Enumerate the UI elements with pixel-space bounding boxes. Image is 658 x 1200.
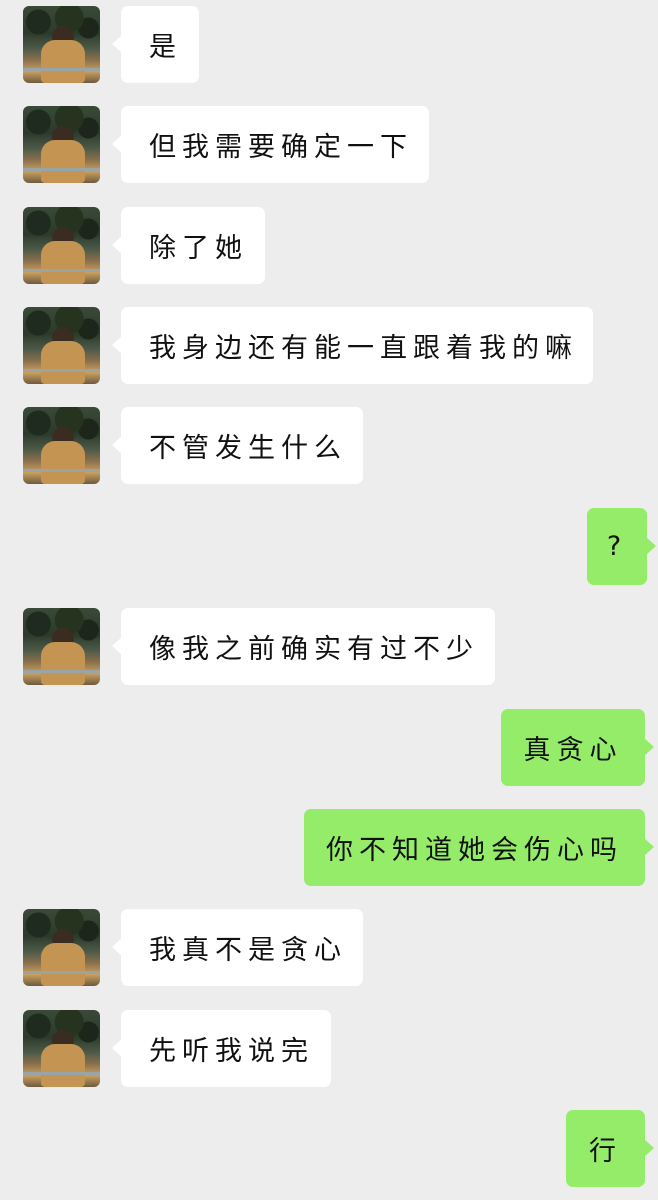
message-row: 像我之前确实有过不少	[0, 608, 658, 686]
avatar[interactable]	[23, 207, 100, 284]
message-bubble-incoming[interactable]: 先听我说完	[112, 1010, 331, 1087]
message-bubble-incoming[interactable]: 不管发生什么	[112, 407, 363, 484]
message-row: 我身边还有能一直跟着我的嘛	[0, 307, 658, 385]
message-bubble-incoming[interactable]: 是	[112, 6, 199, 83]
avatar[interactable]	[23, 6, 100, 83]
avatar[interactable]	[23, 608, 100, 685]
avatar[interactable]	[23, 909, 100, 986]
avatar[interactable]	[23, 1010, 100, 1087]
avatar[interactable]	[23, 307, 100, 384]
message-bubble-outgoing[interactable]: 行	[566, 1110, 654, 1187]
chat-thread[interactable]: 是 但我需要确定一下 除了她 我身边还有能一直跟着我的嘛 不管发生什么 ? 像我…	[0, 0, 658, 1200]
message-row: 不管发生什么	[0, 407, 658, 485]
message-row: 真贪心	[0, 709, 658, 787]
message-row: 是	[0, 6, 658, 84]
avatar[interactable]	[23, 106, 100, 183]
message-row: ?	[0, 508, 658, 586]
message-row: 除了她	[0, 207, 658, 285]
message-row: 你不知道她会伤心吗	[0, 809, 658, 887]
message-row: 先听我说完	[0, 1010, 658, 1088]
message-bubble-outgoing[interactable]: 你不知道她会伤心吗	[304, 809, 654, 886]
message-bubble-incoming[interactable]: 像我之前确实有过不少	[112, 608, 495, 685]
message-row: 行	[0, 1110, 658, 1188]
message-bubble-incoming[interactable]: 我身边还有能一直跟着我的嘛	[112, 307, 593, 384]
message-bubble-incoming[interactable]: 我真不是贪心	[112, 909, 363, 986]
message-row: 我真不是贪心	[0, 909, 658, 987]
message-bubble-outgoing[interactable]: 真贪心	[501, 709, 654, 786]
message-bubble-incoming[interactable]: 但我需要确定一下	[112, 106, 429, 183]
message-row: 但我需要确定一下	[0, 106, 658, 184]
message-bubble-outgoing[interactable]: ?	[587, 508, 656, 585]
message-bubble-incoming[interactable]: 除了她	[112, 207, 265, 284]
avatar[interactable]	[23, 407, 100, 484]
